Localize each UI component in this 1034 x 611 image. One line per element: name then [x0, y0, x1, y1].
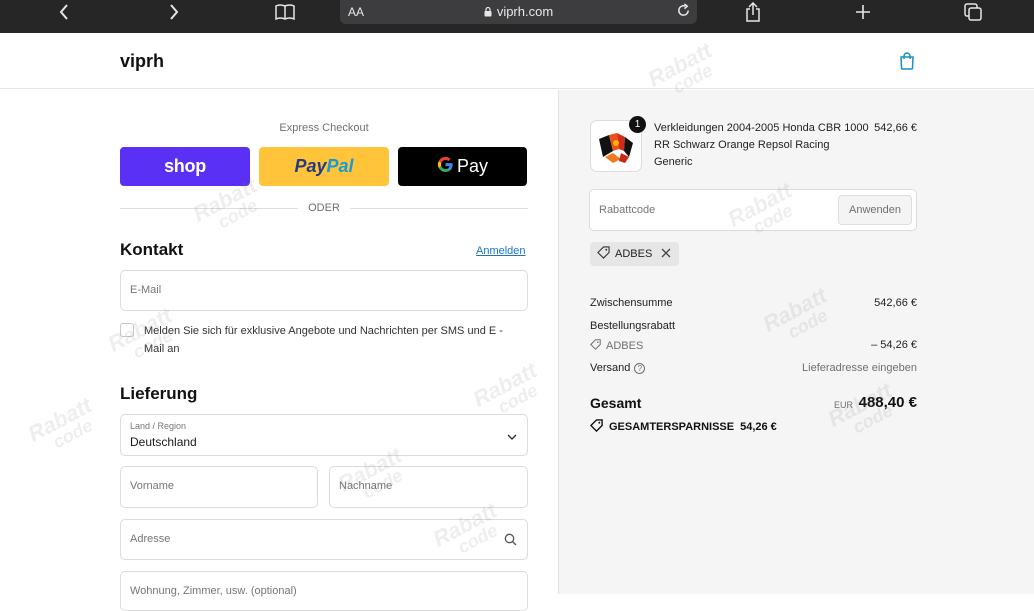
marketing-checkbox[interactable] [120, 323, 134, 337]
subtotal-value: 542,66 € [874, 297, 917, 309]
total-value: 488,40 € [858, 394, 917, 411]
email-placeholder: E-Mail [130, 284, 162, 296]
total-currency: EUR [834, 400, 854, 410]
store-logo[interactable]: viprh [120, 51, 164, 72]
paypal-label-pal: Pal [326, 156, 354, 176]
share-icon[interactable] [743, 0, 763, 24]
shopping-bag-icon[interactable] [899, 52, 915, 75]
country-value: Deutschland [130, 435, 197, 449]
reload-icon[interactable] [676, 3, 691, 23]
marketing-optin-label: Melden Sie sich für exklusive Angebote u… [144, 325, 503, 355]
watermark: Rabattcode [23, 392, 96, 453]
shipping-label: Versand [590, 362, 631, 374]
shop-pay-label: shop [164, 156, 206, 176]
product-name: Verkleidungen 2004-2005 Honda CBR 1000 R… [654, 122, 869, 168]
url-text: viprh.com [496, 4, 554, 19]
browser-toolbar: AA viprh.com [0, 0, 1034, 33]
back-icon[interactable] [56, 0, 72, 24]
apartment-field[interactable]: Wohnung, Zimmer, usw. (optional) [120, 571, 528, 611]
new-tab-icon[interactable] [853, 0, 873, 24]
total-label: Gesamt [590, 395, 642, 411]
savings-label: GESAMTERSPARNISSE [609, 421, 735, 433]
order-discount-code-row: ADBES [590, 339, 643, 353]
address-bar[interactable]: AA viprh.com [340, 0, 697, 24]
total-savings: GESAMTERSPARNISSE 54,26 € [589, 419, 777, 435]
discount-code-field[interactable]: Rabattcode Anwenden [589, 189, 917, 231]
first-name-field[interactable]: Vorname [120, 466, 318, 508]
google-pay-label: Pay [456, 156, 489, 176]
quantity-badge: 1 [629, 116, 646, 133]
search-icon [504, 533, 517, 551]
order-discount-code: ADBES [606, 340, 644, 352]
login-link[interactable]: Anmelden [476, 245, 526, 257]
last-name-placeholder: Nachname [339, 480, 393, 492]
apply-discount-button[interactable]: Anwenden [838, 195, 912, 225]
delivery-heading: Lieferung [120, 384, 198, 403]
applied-code-chip: ADBES [590, 242, 680, 266]
product-price: 542,66 € [874, 122, 917, 134]
express-checkout-label: Express Checkout [279, 122, 369, 134]
last-name-field[interactable]: Nachname [329, 466, 528, 508]
shipping-value: Lieferadresse eingeben [802, 362, 917, 374]
country-select[interactable]: Land / Region Deutschland [120, 414, 528, 456]
google-pay-button[interactable]: Pay [398, 147, 527, 186]
tabs-icon[interactable] [963, 0, 983, 24]
shop-pay-button[interactable]: shop [120, 147, 250, 186]
shipping-row: Versand? [590, 362, 646, 374]
subtotal-label: Zwischensumme [590, 297, 673, 309]
or-divider: ODER [298, 202, 350, 214]
discount-placeholder: Rabattcode [599, 204, 656, 216]
bookmarks-icon[interactable] [274, 0, 296, 24]
applied-code-text: ADBES [615, 248, 653, 260]
paypal-button[interactable]: Pay Pal [259, 147, 389, 186]
help-icon[interactable]: ? [634, 363, 646, 374]
apartment-placeholder: Wohnung, Zimmer, usw. (optional) [130, 585, 297, 597]
email-field[interactable]: E-Mail [120, 270, 528, 311]
tag-icon [597, 246, 610, 262]
google-g-icon [437, 156, 454, 178]
lock-icon [484, 5, 492, 20]
remove-code-icon[interactable] [661, 248, 671, 261]
first-name-placeholder: Vorname [130, 480, 175, 492]
order-discount-label: Bestellungsrabatt [590, 320, 675, 332]
order-discount-value: – 54,26 € [871, 339, 917, 351]
store-header: viprh [0, 33, 1034, 89]
tag-icon [589, 419, 603, 435]
contact-heading: Kontakt [120, 240, 184, 259]
savings-value: 54,26 € [740, 421, 777, 433]
chevron-down-icon [507, 428, 517, 446]
country-label: Land / Region [130, 421, 187, 431]
tag-icon [590, 339, 601, 353]
address-placeholder: Adresse [130, 533, 171, 545]
paypal-label-pay: Pay [294, 156, 327, 176]
address-field[interactable]: Adresse [120, 519, 528, 560]
forward-icon[interactable] [166, 0, 182, 24]
